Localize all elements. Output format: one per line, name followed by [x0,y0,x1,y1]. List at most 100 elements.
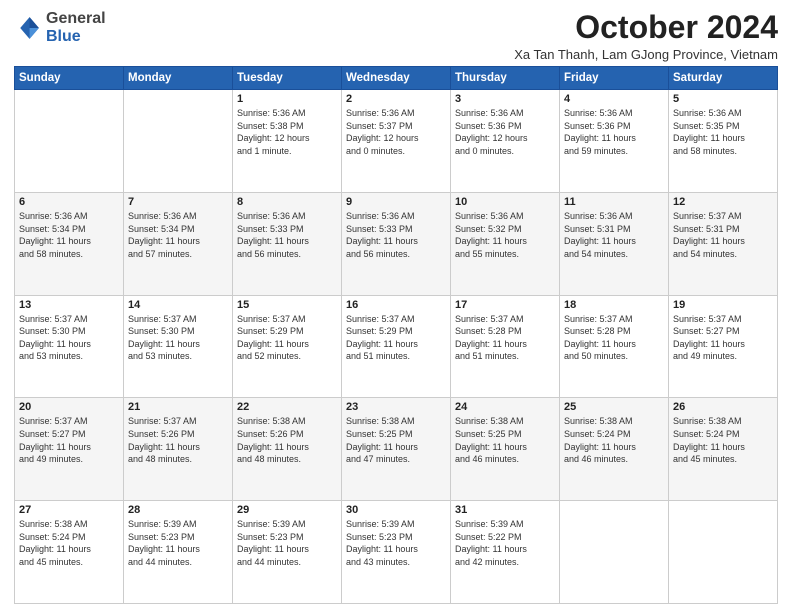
day-number: 9 [346,196,446,208]
day-cell: 1 Sunrise: 5:36 AM Sunset: 5:38 PM Daylig… [233,90,342,193]
day-number: 29 [237,504,337,516]
day-number: 17 [455,299,555,311]
day-cell: 18 Sunrise: 5:37 AM Sunset: 5:28 PM Dayli… [560,295,669,398]
day-cell [669,501,778,604]
header: General Blue October 2024 Xa Tan Thanh, … [14,10,778,62]
day-number: 18 [564,299,664,311]
day-info: Sunrise: 5:39 AM Sunset: 5:22 PM Dayligh… [455,518,555,568]
day-number: 12 [673,196,773,208]
day-info: Sunrise: 5:38 AM Sunset: 5:25 PM Dayligh… [346,415,446,465]
col-header-sunday: Sunday [15,67,124,90]
day-info: Sunrise: 5:37 AM Sunset: 5:31 PM Dayligh… [673,210,773,260]
day-info: Sunrise: 5:37 AM Sunset: 5:30 PM Dayligh… [128,313,228,363]
col-header-saturday: Saturday [669,67,778,90]
day-cell: 21Sunrise: 5:37 AM Sunset: 5:26 PM Dayli… [124,398,233,501]
day-cell: 12 Sunrise: 5:37 AM Sunset: 5:31 PM Dayli… [669,192,778,295]
col-header-friday: Friday [560,67,669,90]
day-info: Sunrise: 5:36 AM Sunset: 5:36 PM Dayligh… [564,107,664,157]
day-info: Sunrise: 5:37 AM Sunset: 5:27 PM Dayligh… [19,415,119,465]
day-number: 22 [237,401,337,413]
day-info: Sunrise: 5:36 AM Sunset: 5:32 PM Dayligh… [455,210,555,260]
day-cell: 3 Sunrise: 5:36 AM Sunset: 5:36 PM Daylig… [451,90,560,193]
day-cell: 4Sunrise: 5:36 AM Sunset: 5:36 PM Daylig… [560,90,669,193]
day-cell: 11Sunrise: 5:36 AM Sunset: 5:31 PM Dayli… [560,192,669,295]
day-number: 19 [673,299,773,311]
logo: General Blue [14,10,106,45]
day-number: 11 [564,196,664,208]
day-cell: 14 Sunrise: 5:37 AM Sunset: 5:30 PM Dayli… [124,295,233,398]
col-header-wednesday: Wednesday [342,67,451,90]
day-info: Sunrise: 5:36 AM Sunset: 5:35 PM Dayligh… [673,107,773,157]
day-number: 23 [346,401,446,413]
day-info: Sunrise: 5:39 AM Sunset: 5:23 PM Dayligh… [128,518,228,568]
calendar-table: SundayMondayTuesdayWednesdayThursdayFrid… [14,66,778,604]
day-number: 27 [19,504,119,516]
day-info: Sunrise: 5:37 AM Sunset: 5:28 PM Dayligh… [455,313,555,363]
day-info: Sunrise: 5:36 AM Sunset: 5:36 PM Dayligh… [455,107,555,157]
day-info: Sunrise: 5:36 AM Sunset: 5:33 PM Dayligh… [237,210,337,260]
day-info: Sunrise: 5:36 AM Sunset: 5:34 PM Dayligh… [19,210,119,260]
day-number: 25 [564,401,664,413]
col-header-monday: Monday [124,67,233,90]
day-cell: 9 Sunrise: 5:36 AM Sunset: 5:33 PM Daylig… [342,192,451,295]
day-number: 2 [346,93,446,105]
day-info: Sunrise: 5:37 AM Sunset: 5:27 PM Dayligh… [673,313,773,363]
day-cell [124,90,233,193]
day-number: 7 [128,196,228,208]
day-info: Sunrise: 5:37 AM Sunset: 5:29 PM Dayligh… [346,313,446,363]
day-cell: 30 Sunrise: 5:39 AM Sunset: 5:23 PM Dayli… [342,501,451,604]
day-number: 14 [128,299,228,311]
day-number: 26 [673,401,773,413]
logo-icon [14,14,42,42]
day-cell: 29Sunrise: 5:39 AM Sunset: 5:23 PM Dayli… [233,501,342,604]
col-header-thursday: Thursday [451,67,560,90]
day-number: 1 [237,93,337,105]
day-info: Sunrise: 5:38 AM Sunset: 5:24 PM Dayligh… [673,415,773,465]
day-cell: 25Sunrise: 5:38 AM Sunset: 5:24 PM Dayli… [560,398,669,501]
day-info: Sunrise: 5:36 AM Sunset: 5:33 PM Dayligh… [346,210,446,260]
day-cell: 31 Sunrise: 5:39 AM Sunset: 5:22 PM Dayli… [451,501,560,604]
day-cell: 26 Sunrise: 5:38 AM Sunset: 5:24 PM Dayli… [669,398,778,501]
day-number: 13 [19,299,119,311]
day-cell: 17 Sunrise: 5:37 AM Sunset: 5:28 PM Dayli… [451,295,560,398]
day-info: Sunrise: 5:37 AM Sunset: 5:26 PM Dayligh… [128,415,228,465]
col-header-tuesday: Tuesday [233,67,342,90]
week-row-4: 20 Sunrise: 5:37 AM Sunset: 5:27 PM Dayli… [15,398,778,501]
day-number: 30 [346,504,446,516]
logo-general: General [46,10,106,28]
day-number: 15 [237,299,337,311]
day-cell: 2 Sunrise: 5:36 AM Sunset: 5:37 PM Daylig… [342,90,451,193]
day-cell: 6 Sunrise: 5:36 AM Sunset: 5:34 PM Daylig… [15,192,124,295]
day-cell: 15 Sunrise: 5:37 AM Sunset: 5:29 PM Dayli… [233,295,342,398]
day-info: Sunrise: 5:39 AM Sunset: 5:23 PM Dayligh… [346,518,446,568]
header-row: SundayMondayTuesdayWednesdayThursdayFrid… [15,67,778,90]
day-info: Sunrise: 5:37 AM Sunset: 5:29 PM Dayligh… [237,313,337,363]
day-number: 8 [237,196,337,208]
page: General Blue October 2024 Xa Tan Thanh, … [0,0,792,612]
logo-text: General Blue [46,10,106,45]
day-info: Sunrise: 5:36 AM Sunset: 5:37 PM Dayligh… [346,107,446,157]
day-number: 20 [19,401,119,413]
day-cell: 19 Sunrise: 5:37 AM Sunset: 5:27 PM Dayli… [669,295,778,398]
day-info: Sunrise: 5:37 AM Sunset: 5:28 PM Dayligh… [564,313,664,363]
day-number: 16 [346,299,446,311]
week-row-2: 6 Sunrise: 5:36 AM Sunset: 5:34 PM Daylig… [15,192,778,295]
day-info: Sunrise: 5:38 AM Sunset: 5:24 PM Dayligh… [19,518,119,568]
day-number: 24 [455,401,555,413]
day-info: Sunrise: 5:36 AM Sunset: 5:38 PM Dayligh… [237,107,337,157]
day-cell: 22Sunrise: 5:38 AM Sunset: 5:26 PM Dayli… [233,398,342,501]
day-cell: 8 Sunrise: 5:36 AM Sunset: 5:33 PM Daylig… [233,192,342,295]
day-cell: 28Sunrise: 5:39 AM Sunset: 5:23 PM Dayli… [124,501,233,604]
day-number: 6 [19,196,119,208]
day-cell: 23 Sunrise: 5:38 AM Sunset: 5:25 PM Dayli… [342,398,451,501]
day-number: 3 [455,93,555,105]
day-number: 31 [455,504,555,516]
week-row-1: 1 Sunrise: 5:36 AM Sunset: 5:38 PM Daylig… [15,90,778,193]
day-cell: 5Sunrise: 5:36 AM Sunset: 5:35 PM Daylig… [669,90,778,193]
day-cell: 20 Sunrise: 5:37 AM Sunset: 5:27 PM Dayli… [15,398,124,501]
day-info: Sunrise: 5:36 AM Sunset: 5:34 PM Dayligh… [128,210,228,260]
day-cell: 7 Sunrise: 5:36 AM Sunset: 5:34 PM Daylig… [124,192,233,295]
day-number: 10 [455,196,555,208]
day-cell: 10 Sunrise: 5:36 AM Sunset: 5:32 PM Dayli… [451,192,560,295]
month-title: October 2024 [514,10,778,45]
